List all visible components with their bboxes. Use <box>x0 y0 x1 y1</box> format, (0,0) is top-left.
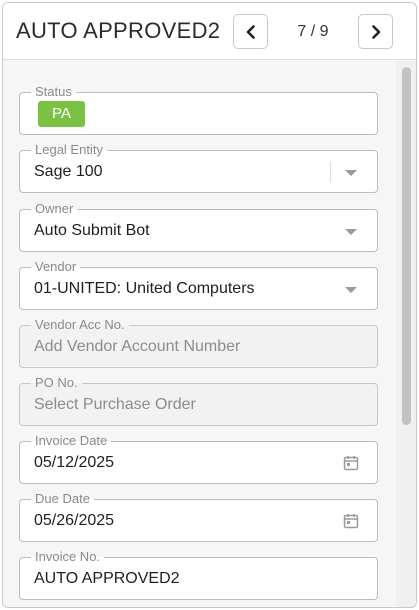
invoice-date-value: 05/12/2025 <box>34 454 115 471</box>
caret-down-icon[interactable] <box>345 229 357 235</box>
calendar-icon[interactable] <box>343 513 359 529</box>
invoice-number-field[interactable]: Invoice No. AUTO APPROVED2 <box>19 549 378 600</box>
po-number-field[interactable]: PO No. Select Purchase Order <box>19 375 378 426</box>
invoice-date-label: Invoice Date <box>31 433 112 449</box>
status-badge: PA <box>38 101 85 127</box>
invoice-date-field[interactable]: Invoice Date 05/12/2025 <box>19 433 378 484</box>
select-divider <box>330 162 331 182</box>
next-button[interactable] <box>358 14 393 49</box>
owner-select[interactable]: Owner Auto Submit Bot <box>19 201 378 252</box>
due-date-label: Due Date <box>31 491 94 507</box>
vendor-select[interactable]: Vendor 01-UNITED: United Computers <box>19 259 378 310</box>
legal-entity-select[interactable]: Legal Entity Sage 100 <box>19 142 378 193</box>
chevron-left-icon <box>246 24 255 39</box>
invoice-number-label: Invoice No. <box>31 549 105 565</box>
invoice-number-value: AUTO APPROVED2 <box>34 570 180 587</box>
calendar-icon[interactable] <box>343 455 359 471</box>
invoice-form: Status PA Legal Entity Sage 100 Owner Au… <box>3 61 396 607</box>
vendor-label: Vendor <box>31 259 81 275</box>
vendor-account-field[interactable]: Vendor Acc No. Add Vendor Account Number <box>19 317 378 368</box>
legal-entity-label: Legal Entity <box>31 142 107 158</box>
page-title: AUTO APPROVED2 <box>16 18 221 43</box>
due-date-value: 05/26/2025 <box>34 512 115 529</box>
scrollbar[interactable] <box>396 61 416 607</box>
caret-down-icon[interactable] <box>345 287 357 293</box>
owner-value: Auto Submit Bot <box>34 222 150 239</box>
pager-text: 7 / 9 <box>297 23 329 40</box>
vendor-value: 01-UNITED: United Computers <box>34 280 255 297</box>
vendor-account-placeholder: Add Vendor Account Number <box>34 338 241 355</box>
po-number-placeholder: Select Purchase Order <box>34 396 196 413</box>
caret-down-icon[interactable] <box>345 170 357 176</box>
status-field: Status PA <box>19 84 378 135</box>
status-label: Status <box>31 84 76 100</box>
previous-button[interactable] <box>233 14 268 49</box>
invoice-panel: AUTO APPROVED2 7 / 9 Status PA Legal Ent… <box>2 2 417 608</box>
panel-header: AUTO APPROVED2 7 / 9 <box>3 3 416 60</box>
chevron-right-icon <box>371 24 380 39</box>
owner-label: Owner <box>31 201 78 217</box>
po-number-label: PO No. <box>31 375 82 391</box>
legal-entity-value: Sage 100 <box>34 163 103 180</box>
vendor-account-label: Vendor Acc No. <box>31 317 129 333</box>
due-date-field[interactable]: Due Date 05/26/2025 <box>19 491 378 542</box>
scrollbar-thumb[interactable] <box>402 67 411 425</box>
